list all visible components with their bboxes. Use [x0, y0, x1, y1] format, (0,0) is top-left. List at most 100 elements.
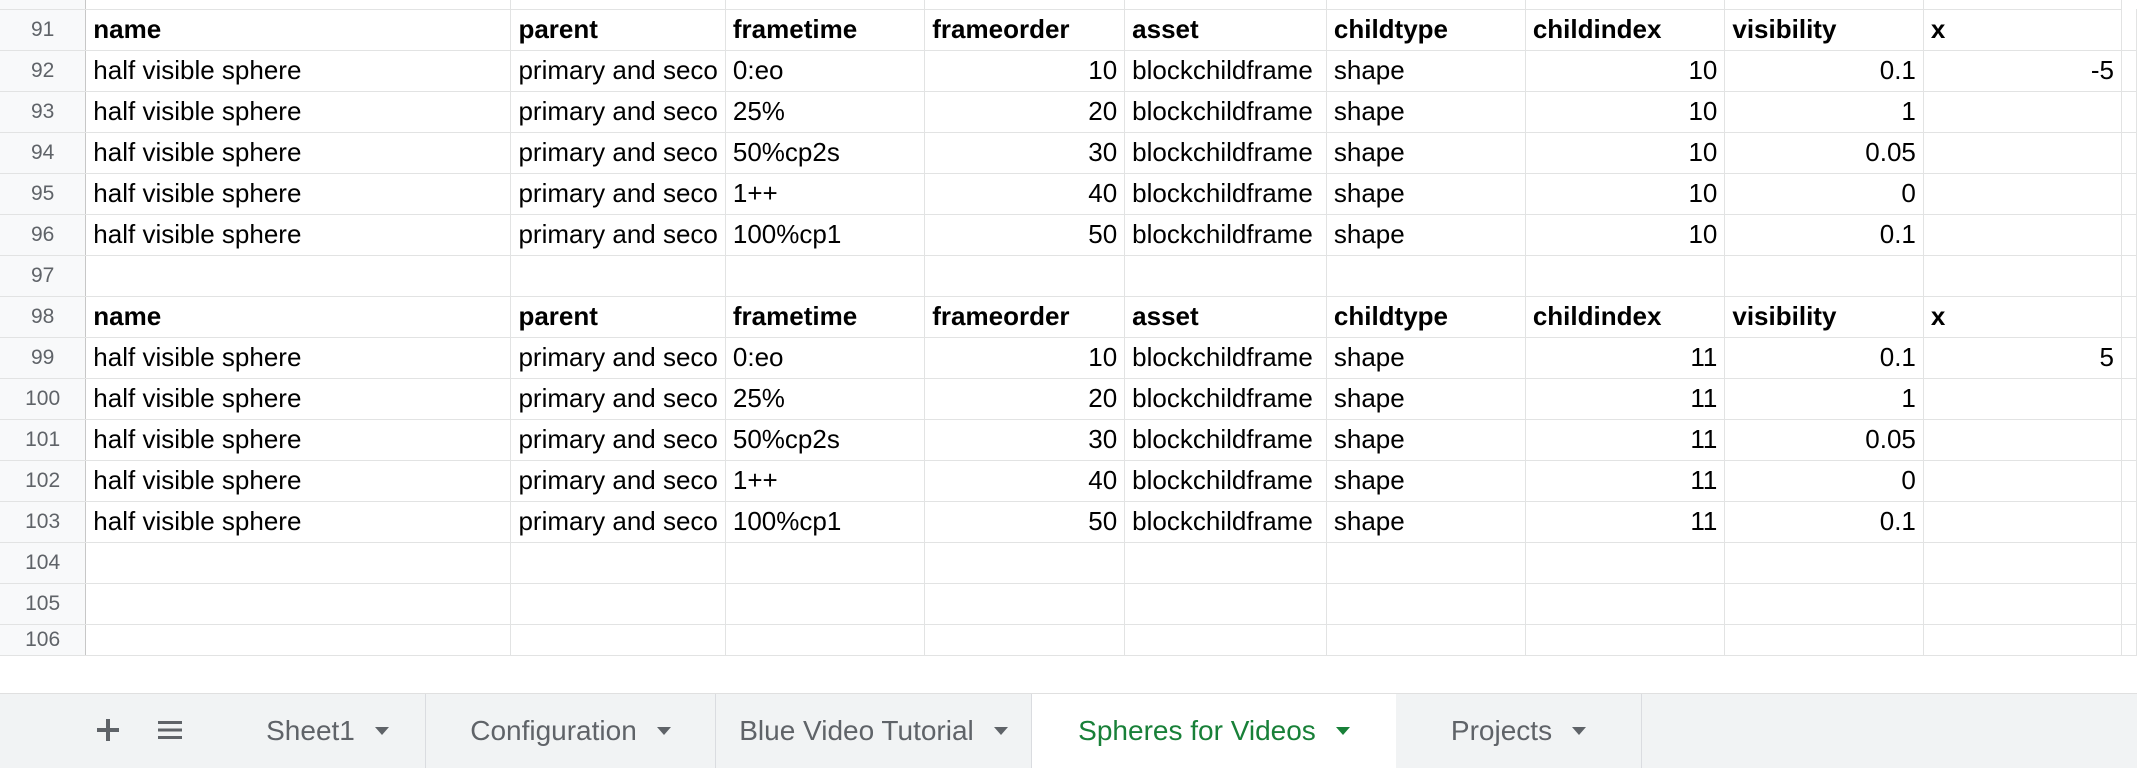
cell[interactable] — [2121, 583, 2137, 625]
cell[interactable] — [924, 583, 1126, 625]
cell[interactable]: 10 — [1525, 132, 1726, 174]
column-header-cell[interactable]: x — [1923, 296, 2123, 338]
row-number[interactable]: 101 — [0, 419, 87, 461]
cell[interactable] — [1923, 214, 2123, 256]
cell[interactable] — [510, 624, 726, 656]
cell[interactable] — [85, 255, 512, 297]
cell[interactable]: shape — [1326, 378, 1526, 420]
column-header-cell[interactable]: frametime — [725, 9, 926, 51]
column-header-cell[interactable]: parent — [510, 296, 726, 338]
cell[interactable] — [1923, 255, 2123, 297]
cell[interactable]: 1 — [1724, 91, 1924, 133]
row-number[interactable]: 99 — [0, 337, 87, 379]
cell[interactable]: primary and seco — [510, 501, 726, 543]
row-number[interactable]: 100 — [0, 378, 87, 420]
cell[interactable]: 1 — [1724, 378, 1924, 420]
cell[interactable] — [1724, 624, 1924, 656]
cell[interactable] — [1923, 542, 2123, 584]
cell[interactable] — [1923, 624, 2123, 656]
cell[interactable]: half visible sphere — [85, 460, 512, 502]
cell[interactable] — [2121, 214, 2137, 256]
sheet-tab-spheres-for-videos[interactable]: Spheres for Videos — [1032, 694, 1396, 768]
cell[interactable]: blockchildframe — [1124, 173, 1327, 215]
column-header-cell[interactable]: childtype — [1326, 296, 1526, 338]
row-number[interactable]: 98 — [0, 296, 87, 338]
row-number[interactable]: 106 — [0, 624, 87, 656]
cell[interactable] — [85, 542, 512, 584]
cell[interactable]: 0:eo — [725, 337, 926, 379]
row-number[interactable]: 91 — [0, 9, 87, 51]
column-header-cell[interactable]: parent — [510, 9, 726, 51]
chevron-down-icon[interactable] — [993, 727, 1008, 735]
cell[interactable] — [725, 583, 926, 625]
cell[interactable] — [1923, 132, 2123, 174]
cell[interactable]: 0.1 — [1724, 501, 1924, 543]
cell[interactable]: 0.1 — [1724, 214, 1924, 256]
column-header-cell[interactable]: visibility — [1724, 296, 1924, 338]
cell[interactable] — [1124, 583, 1327, 625]
cell[interactable] — [1923, 583, 2123, 625]
cell[interactable] — [2121, 91, 2137, 133]
cell[interactable]: half visible sphere — [85, 214, 512, 256]
cell[interactable] — [1326, 542, 1526, 584]
cell[interactable] — [1923, 173, 2123, 215]
chevron-down-icon[interactable] — [1335, 727, 1350, 735]
cell[interactable]: 0:eo — [725, 50, 926, 92]
cell[interactable] — [1923, 91, 2123, 133]
cell[interactable]: 10 — [924, 337, 1126, 379]
cell[interactable]: 10 — [1525, 214, 1726, 256]
cell[interactable] — [924, 542, 1126, 584]
cell[interactable]: primary and seco — [510, 460, 726, 502]
cell[interactable]: shape — [1326, 337, 1526, 379]
cell[interactable]: shape — [1326, 214, 1526, 256]
cell[interactable] — [2121, 9, 2137, 51]
cell[interactable] — [1124, 542, 1327, 584]
cell[interactable]: primary and seco — [510, 50, 726, 92]
cell[interactable]: 50 — [924, 214, 1126, 256]
sheet-tab-blue-video-tutorial[interactable]: Blue Video Tutorial — [716, 694, 1032, 768]
cell[interactable]: half visible sphere — [85, 50, 512, 92]
cell[interactable]: 100%cp1 — [725, 214, 926, 256]
column-header-cell[interactable]: childindex — [1525, 296, 1726, 338]
cell[interactable]: blockchildframe — [1124, 378, 1327, 420]
cell[interactable] — [1326, 583, 1526, 625]
column-header-cell[interactable]: frameorder — [924, 9, 1126, 51]
cell[interactable]: primary and seco — [510, 214, 726, 256]
cell[interactable] — [725, 542, 926, 584]
chevron-down-icon[interactable] — [1572, 727, 1587, 735]
cell[interactable]: 40 — [924, 173, 1126, 215]
cell[interactable]: 11 — [1525, 337, 1726, 379]
cell[interactable] — [1525, 583, 1726, 625]
cell[interactable] — [1724, 255, 1924, 297]
cell[interactable] — [1923, 419, 2123, 461]
cell[interactable] — [1124, 255, 1327, 297]
column-header-cell[interactable]: asset — [1124, 9, 1327, 51]
cell[interactable]: 100%cp1 — [725, 501, 926, 543]
cell[interactable]: half visible sphere — [85, 419, 512, 461]
cell[interactable] — [510, 583, 726, 625]
cell[interactable]: 10 — [1525, 173, 1726, 215]
cell[interactable]: 0.05 — [1724, 132, 1924, 174]
column-header-cell[interactable]: frameorder — [924, 296, 1126, 338]
all-sheets-button[interactable] — [150, 710, 190, 750]
cell[interactable] — [924, 624, 1126, 656]
cell[interactable]: 50 — [924, 501, 1126, 543]
cell[interactable]: half visible sphere — [85, 501, 512, 543]
cell[interactable]: blockchildframe — [1124, 91, 1327, 133]
cell[interactable]: shape — [1326, 501, 1526, 543]
cell[interactable]: half visible sphere — [85, 337, 512, 379]
row-number[interactable]: 104 — [0, 542, 87, 584]
cell[interactable] — [2121, 255, 2137, 297]
cell[interactable] — [924, 255, 1126, 297]
row-number[interactable]: 105 — [0, 583, 87, 625]
cell[interactable]: -5 — [1923, 50, 2123, 92]
cell[interactable] — [2121, 419, 2137, 461]
cell[interactable]: primary and seco — [510, 419, 726, 461]
cell[interactable]: 11 — [1525, 419, 1726, 461]
cell[interactable]: blockchildframe — [1124, 132, 1327, 174]
sheet-tab-configuration[interactable]: Configuration — [426, 694, 716, 768]
column-header-cell[interactable]: x — [1923, 9, 2123, 51]
row-number[interactable]: 93 — [0, 91, 87, 133]
cell[interactable]: 0.1 — [1724, 50, 1924, 92]
row-number[interactable]: 102 — [0, 460, 87, 502]
